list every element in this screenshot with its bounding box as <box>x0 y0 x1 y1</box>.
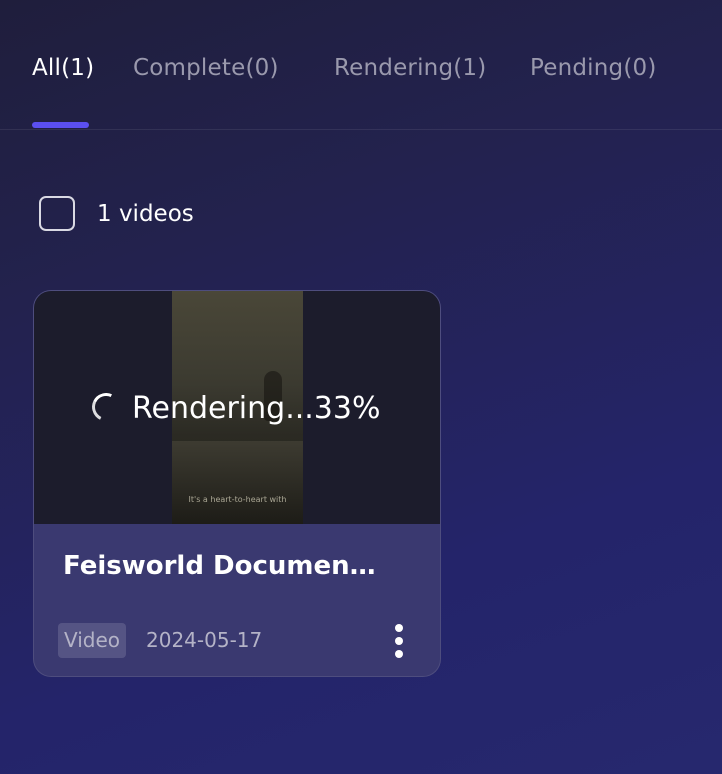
loading-spinner-icon <box>88 389 124 425</box>
active-tab-indicator <box>32 122 89 128</box>
tab-all[interactable]: All(1) <box>32 53 94 83</box>
tab-rendering[interactable]: Rendering(1) <box>334 53 486 83</box>
tab-complete[interactable]: Complete(0) <box>133 53 279 83</box>
video-card[interactable]: It's a heart-to-heart with Rendering...3… <box>33 290 441 677</box>
select-all-checkbox[interactable] <box>39 196 75 231</box>
video-count-label: 1 videos <box>97 201 194 227</box>
thumbnail-caption: It's a heart-to-heart with <box>188 495 287 504</box>
more-vertical-icon-dot <box>395 637 403 645</box>
video-type-badge: Video <box>58 623 127 658</box>
status-tab-bar: All(1) Complete(0) Rendering(1) Pending(… <box>0 0 722 130</box>
more-vertical-icon <box>395 624 403 632</box>
tab-pending[interactable]: Pending(0) <box>530 53 657 83</box>
video-thumbnail[interactable]: It's a heart-to-heart with Rendering...3… <box>34 291 440 524</box>
more-options-button[interactable] <box>388 621 410 661</box>
video-title[interactable]: Feisworld Document… <box>63 549 379 583</box>
video-date: 2024-05-17 <box>146 628 263 652</box>
thumbnail-lower-band <box>172 441 303 524</box>
rendering-progress-text: Rendering...33% <box>132 391 381 426</box>
more-vertical-icon-dot <box>395 650 403 658</box>
